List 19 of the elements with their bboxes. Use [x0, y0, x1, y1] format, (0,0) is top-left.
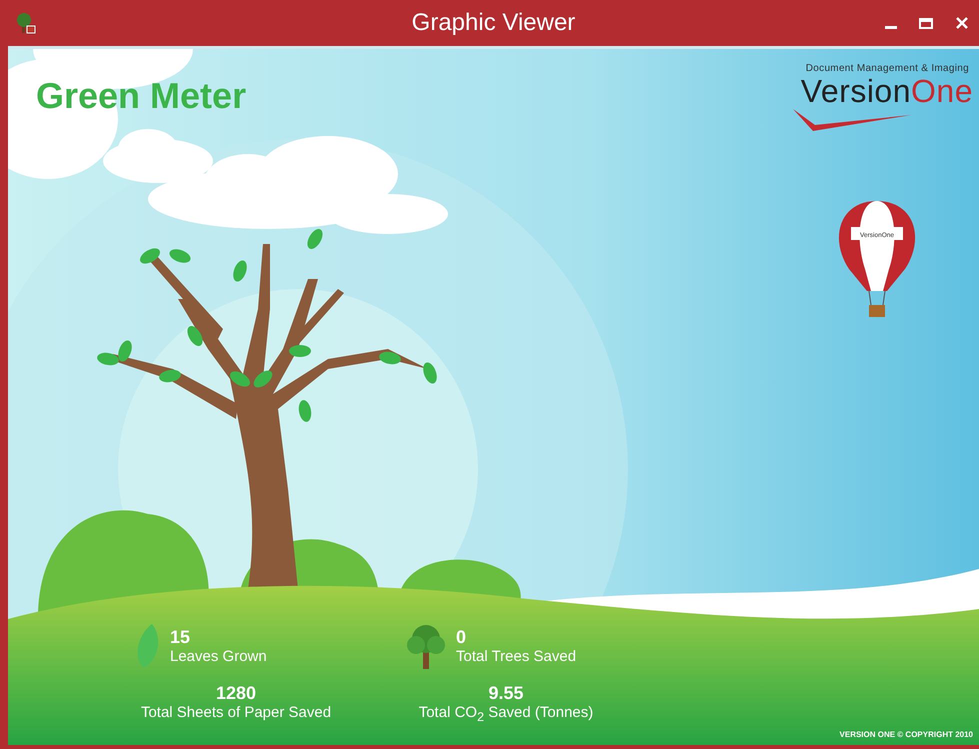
stat-label: Total CO$_{2}$ Saved (Tonnes)	[418, 704, 594, 724]
leaf-icon	[136, 624, 160, 668]
stat-label: Leaves Grown	[170, 648, 267, 665]
tree-icon	[406, 623, 446, 669]
stat-value: 1280	[216, 683, 256, 704]
logo-tagline: Document Management & Imaging	[806, 63, 969, 74]
window-title: Graphic Viewer	[412, 9, 576, 36]
app-title: Green Meter	[36, 75, 246, 117]
copyright-text: VERSION ONE © COPYRIGHT 2010	[840, 730, 973, 739]
logo-wordmark: VersionOne	[800, 74, 973, 110]
stat-value: 15	[170, 627, 192, 648]
stat-value: 0	[456, 627, 468, 648]
stat-label: Total Trees Saved	[456, 648, 576, 665]
stat-label: Total Sheets of Paper Saved	[140, 704, 332, 721]
maximize-icon	[919, 16, 933, 30]
stat-value: 9.55	[488, 683, 524, 704]
tree-icon	[14, 12, 36, 34]
close-icon	[955, 16, 969, 30]
minimize-icon	[885, 26, 897, 29]
